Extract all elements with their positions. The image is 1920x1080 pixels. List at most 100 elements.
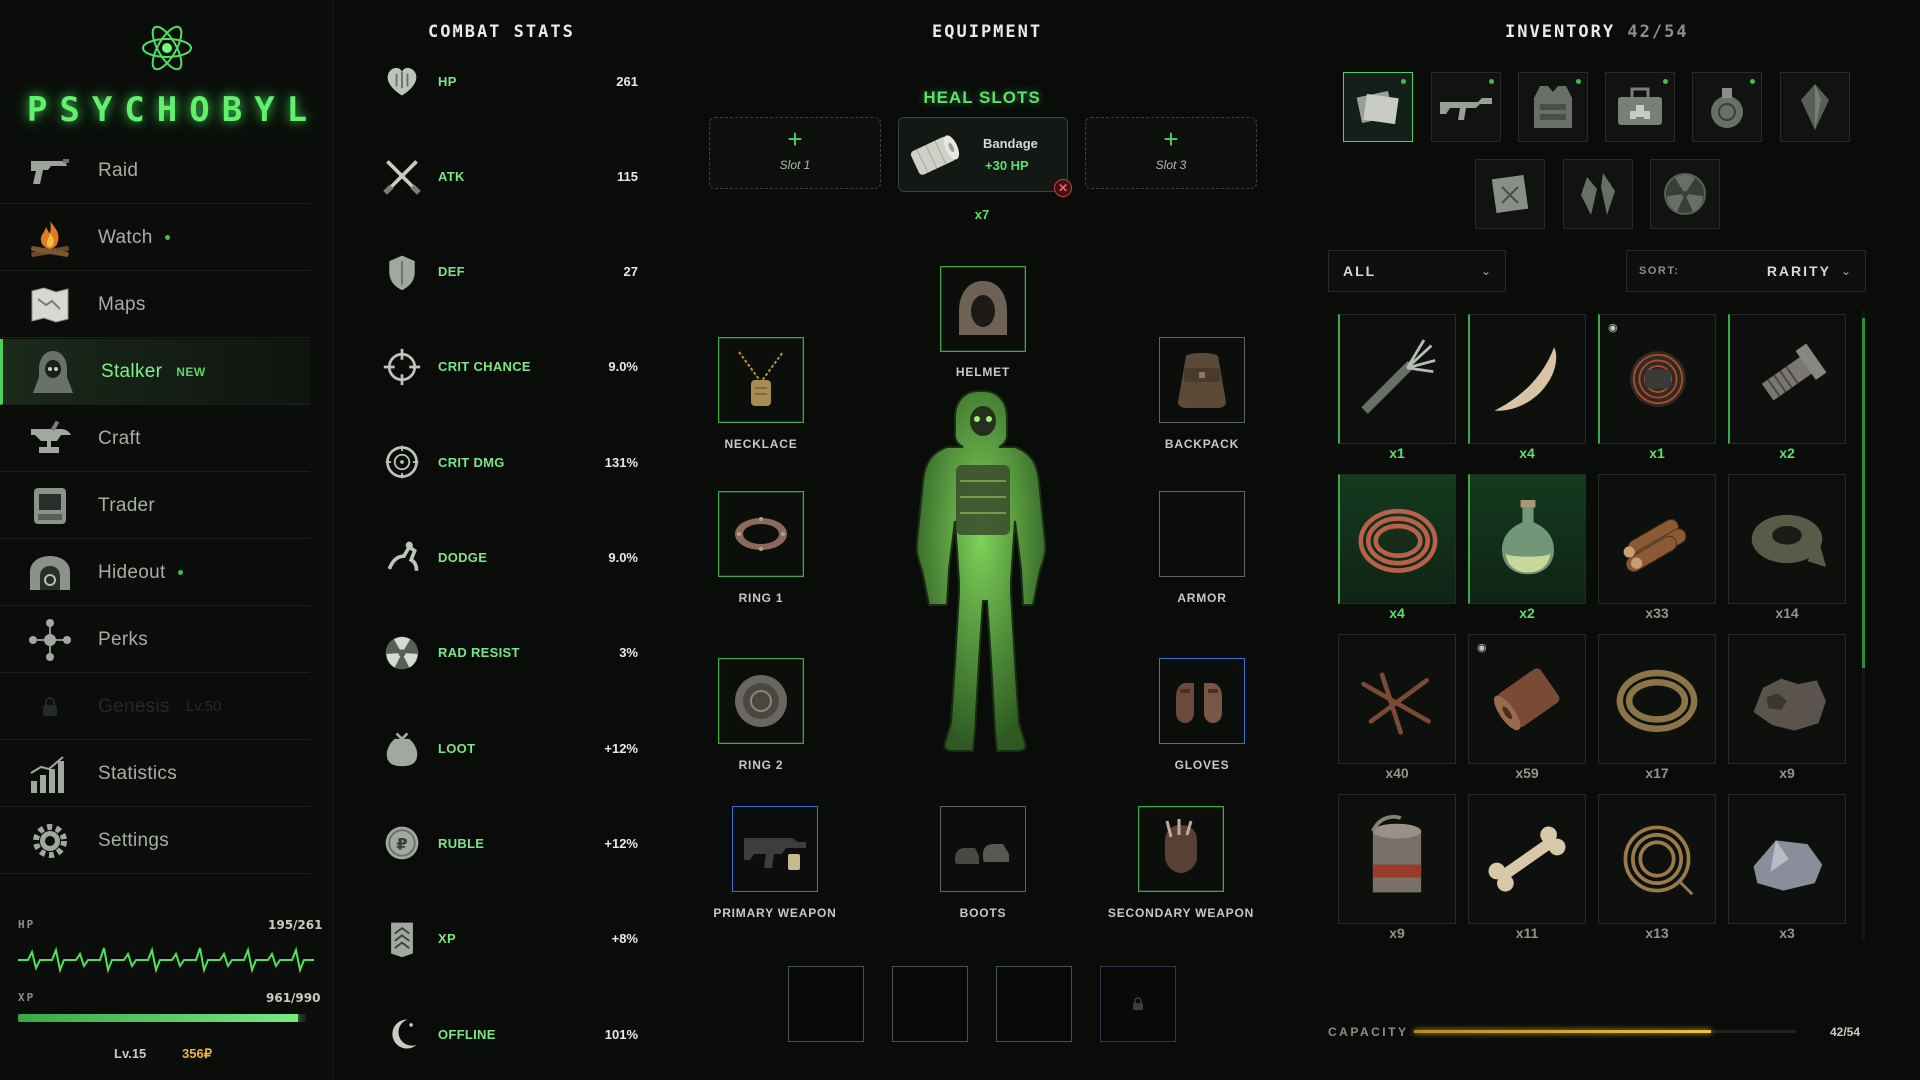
bandage-icon (910, 135, 960, 175)
nav-maps[interactable]: Maps (0, 272, 310, 338)
armor-slot[interactable] (1159, 491, 1245, 577)
secondary-weapon-slot[interactable] (1138, 806, 1224, 892)
shield-icon-glyph (389, 255, 415, 290)
inventory-slot[interactable] (1728, 794, 1846, 924)
category-armor[interactable] (1518, 72, 1588, 142)
inventory-slot[interactable] (1598, 634, 1716, 764)
primary-weapon-slot[interactable] (732, 806, 818, 892)
inventory-slot[interactable] (1338, 794, 1456, 924)
leather-roll-icon (1469, 635, 1585, 763)
crossed-knives-icon-glyph (383, 160, 421, 196)
loot-bag-icon-glyph (386, 732, 418, 767)
sort-dropdown[interactable]: SORT: RARITY ⌄ (1626, 250, 1866, 292)
nav-watch[interactable]: Watch (0, 205, 310, 271)
inventory-slot[interactable]: ◉ (1468, 634, 1586, 764)
filter-dropdown[interactable]: ALL ⌄ (1328, 250, 1506, 292)
category-weapons[interactable] (1431, 72, 1501, 142)
inventory-slot[interactable] (1728, 314, 1846, 444)
heal-slot-1[interactable]: + Slot 1 (709, 117, 881, 189)
category-blueprints[interactable] (1475, 159, 1545, 229)
category-grenades[interactable] (1692, 72, 1762, 142)
brand-name: PSYCHOBYL (26, 90, 320, 130)
radiation-icon (380, 631, 424, 675)
ring2-slot[interactable] (718, 658, 804, 744)
heal-slot-2[interactable]: Bandage +30 HP (898, 117, 1068, 192)
backpack-label: BACKPACK (1164, 437, 1240, 451)
inventory-slot[interactable] (1338, 634, 1456, 764)
tin-can-icon-glyph (1371, 814, 1422, 893)
grenade-icon (1711, 88, 1743, 128)
chevron-rank-icon (380, 917, 424, 961)
crossed-knives-icon (380, 154, 424, 198)
quick-slot-3[interactable] (996, 966, 1072, 1042)
item-quantity: x13 (1645, 925, 1669, 941)
nav-statistics[interactable]: Statistics (0, 741, 310, 807)
nav-stalker[interactable]: Stalker NEW (0, 339, 310, 405)
inventory-slot[interactable]: ◉ (1598, 314, 1716, 444)
notification-dot (164, 235, 170, 240)
capacity-bar (1414, 1030, 1796, 1033)
stat-name: CRIT CHANCE (438, 359, 531, 375)
category-meds[interactable] (1605, 72, 1675, 142)
quick-slot-4-locked (1100, 966, 1176, 1042)
stat-row: CRIT CHANCE 9.0% (380, 345, 638, 389)
crosshair-icon (380, 345, 424, 389)
category-documents[interactable] (1343, 72, 1413, 142)
category-crystals[interactable] (1780, 72, 1850, 142)
ring-icon (735, 517, 787, 551)
notification-dot (1750, 79, 1755, 84)
inventory-title-text: INVENTORY (1505, 22, 1616, 42)
inventory-slot[interactable] (1598, 794, 1716, 924)
quick-slot-1[interactable] (788, 966, 864, 1042)
quick-slot-2[interactable] (892, 966, 968, 1042)
svg-text:₽: ₽ (396, 835, 407, 854)
leather-roll-icon-glyph (1494, 668, 1560, 731)
anvil-icon (24, 416, 76, 462)
inventory-slot[interactable] (1338, 474, 1456, 604)
bunker-icon (24, 550, 76, 596)
stat-name: DODGE (438, 550, 488, 565)
blueprint-icon (1491, 174, 1529, 214)
nav-hideout[interactable]: Hideout (0, 540, 310, 606)
heal-slot-label: Slot 1 (779, 158, 811, 172)
helmet-slot[interactable] (940, 266, 1026, 352)
stat-name: OFFLINE (438, 1026, 496, 1042)
necklace-slot[interactable] (718, 337, 804, 423)
inventory-scroll-thumb[interactable] (1862, 318, 1865, 668)
nav-perks[interactable]: Perks (0, 607, 310, 673)
stat-row: HP 261 (380, 59, 638, 103)
nav-raid[interactable]: Raid (0, 138, 310, 204)
gloves-label: GLOVES (1174, 758, 1230, 772)
remove-heal-button[interactable]: ✕ (1054, 179, 1072, 197)
inventory-slot[interactable] (1728, 634, 1846, 764)
chevron-rank-icon-glyph (391, 922, 413, 957)
heal-slot-3[interactable]: + Slot 3 (1085, 117, 1257, 189)
backpack-slot[interactable] (1159, 337, 1245, 423)
heal-item-effect: +30 HP (985, 158, 1029, 173)
category-artifacts[interactable] (1563, 159, 1633, 229)
inventory-slot[interactable] (1598, 474, 1716, 604)
ring1-slot[interactable] (718, 491, 804, 577)
add-icon: + (787, 124, 803, 154)
category-radiation[interactable] (1650, 159, 1720, 229)
inventory-slot[interactable] (1468, 794, 1586, 924)
xp-bar (18, 1014, 306, 1022)
chevron-down-icon: ⌄ (1840, 264, 1851, 278)
bone-icon (1469, 795, 1585, 923)
inventory-slot[interactable] (1338, 314, 1456, 444)
nav-craft[interactable]: Craft (0, 406, 310, 472)
boots-icon (955, 844, 1009, 864)
hood-icon (959, 281, 1007, 335)
boots-slot[interactable] (940, 806, 1026, 892)
nails-icon (1339, 635, 1455, 763)
gloves-slot[interactable] (1159, 658, 1245, 744)
item-quantity: x14 (1775, 605, 1799, 621)
inventory-slot[interactable] (1468, 314, 1586, 444)
nav-trader[interactable]: Trader (0, 473, 310, 539)
inventory-slot[interactable] (1728, 474, 1846, 604)
rope-icon-glyph (1616, 669, 1698, 732)
nav-settings[interactable]: Settings (0, 808, 310, 874)
inventory-slot[interactable] (1468, 474, 1586, 604)
nav-label: Maps (98, 293, 146, 315)
stat-name: XP (438, 931, 456, 947)
